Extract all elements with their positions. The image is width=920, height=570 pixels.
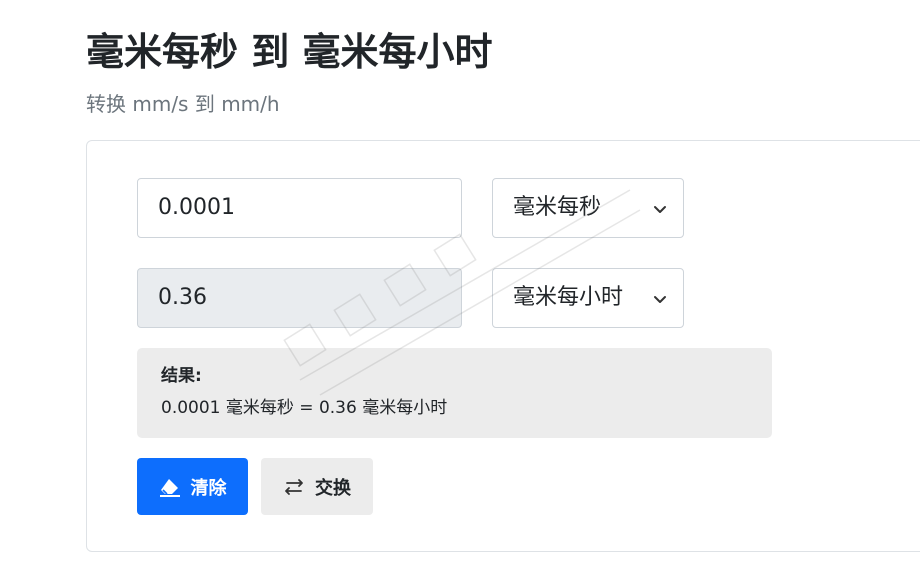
- eraser-icon: [159, 477, 181, 497]
- clear-label: 清除: [190, 477, 227, 499]
- page-subtitle: 转换 mm/s 到 mm/h: [86, 92, 280, 116]
- converter-page: 毫米每秒 到 毫米每小时 转换 mm/s 到 mm/h 0.0001 毫米每秒 …: [0, 0, 920, 570]
- swap-arrows-icon: [283, 478, 305, 496]
- to-value-output: 0.36: [137, 268, 462, 328]
- swap-button[interactable]: 交换: [261, 458, 373, 515]
- chevron-down-icon: [653, 202, 667, 216]
- result-text: 0.0001 毫米每秒 = 0.36 毫米每小时: [161, 398, 448, 418]
- to-unit-select[interactable]: 毫米每小时: [492, 268, 684, 328]
- to-unit-label: 毫米每小时: [513, 285, 624, 310]
- from-unit-label: 毫米每秒: [513, 195, 602, 220]
- clear-button[interactable]: 清除: [137, 458, 248, 515]
- page-title: 毫米每秒 到 毫米每小时: [86, 30, 493, 74]
- from-unit-select[interactable]: 毫米每秒: [492, 178, 684, 238]
- result-box: 结果: 0.0001 毫米每秒 = 0.36 毫米每小时: [137, 348, 772, 438]
- from-value-input[interactable]: 0.0001: [137, 178, 462, 238]
- swap-label: 交换: [315, 477, 351, 499]
- chevron-down-icon: [653, 292, 667, 306]
- result-label: 结果:: [161, 366, 202, 386]
